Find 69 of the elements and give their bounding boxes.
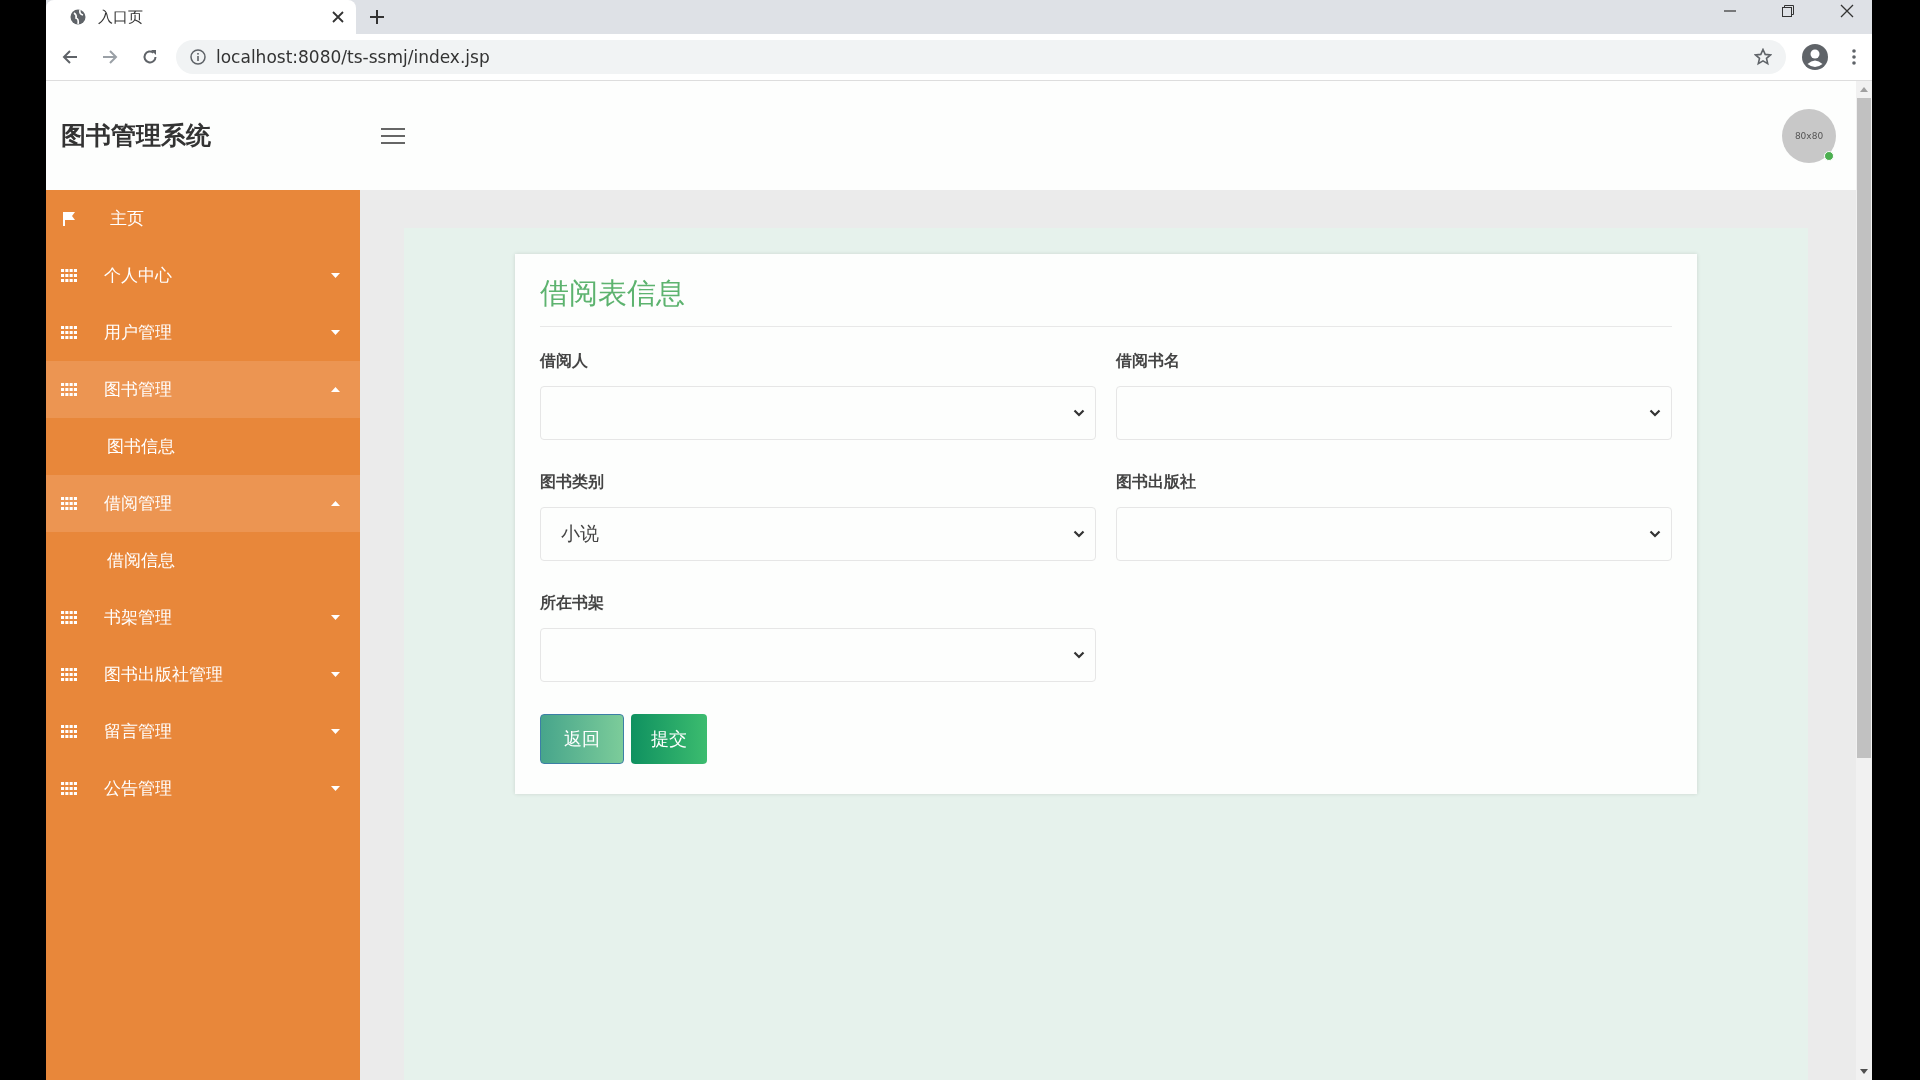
caret-down-icon (331, 273, 340, 278)
back-button[interactable]: 返回 (540, 714, 624, 764)
menu-icon[interactable] (1852, 49, 1856, 65)
sidebar-subitem[interactable]: 图书信息 (46, 418, 360, 475)
arrow-down-icon (1860, 1069, 1868, 1074)
caret-down-icon (331, 729, 340, 734)
menu-icon[interactable] (381, 126, 405, 145)
app-title: 图书管理系统 (61, 120, 212, 152)
caret-down-icon (331, 330, 340, 335)
forward-icon[interactable] (102, 49, 118, 65)
account-icon[interactable] (1802, 44, 1828, 70)
chevron-down-icon (1073, 651, 1085, 659)
plus-icon[interactable] (370, 10, 384, 24)
grid-icon (60, 668, 78, 681)
field-label: 借阅书名 (1116, 351, 1181, 372)
caret-up-icon (331, 501, 340, 506)
info-icon (190, 49, 206, 65)
grid-icon (60, 725, 78, 738)
reload-icon[interactable] (142, 49, 158, 65)
close-icon[interactable] (1840, 4, 1854, 18)
tab-title: 入口页 (98, 7, 144, 27)
submit-button[interactable]: 提交 (631, 714, 707, 764)
field-label: 图书类别 (540, 472, 605, 493)
caret-down-icon (331, 672, 340, 677)
scrollbar-thumb[interactable] (1857, 98, 1871, 758)
grid-icon (60, 326, 78, 339)
select-field[interactable] (1116, 386, 1672, 440)
sidebar-item[interactable]: 书架管理 (46, 589, 360, 646)
sidebar-item[interactable]: 公告管理 (46, 760, 360, 817)
arrow-up-icon (1860, 87, 1868, 92)
browser-tab[interactable]: 入口页 (46, 0, 356, 34)
field-label: 图书出版社 (1116, 472, 1197, 493)
close-icon[interactable] (332, 11, 344, 23)
chevron-down-icon (1073, 530, 1085, 538)
star-icon[interactable] (1754, 48, 1772, 66)
grid-icon (60, 383, 78, 396)
sidebar-item[interactable]: 图书出版社管理 (46, 646, 360, 703)
grid-icon (60, 269, 78, 282)
sidebar-subitem[interactable]: 借阅信息 (46, 532, 360, 589)
sidebar-item[interactable]: 用户管理 (46, 304, 360, 361)
caret-down-icon (331, 786, 340, 791)
field-label: 所在书架 (540, 593, 605, 614)
globe-icon (70, 9, 86, 25)
grid-icon (60, 782, 78, 795)
grid-icon (60, 611, 78, 624)
scrollbar[interactable] (1856, 81, 1872, 1080)
restore-icon[interactable] (1782, 5, 1794, 17)
caret-up-icon (331, 387, 340, 392)
select-field[interactable] (540, 628, 1096, 682)
sidebar-item[interactable]: 主页 (46, 190, 360, 247)
select-field[interactable] (540, 386, 1096, 440)
avatar-placeholder[interactable]: 80x80 (1782, 108, 1836, 163)
chevron-down-icon (1649, 530, 1661, 538)
chevron-down-icon (1073, 409, 1085, 417)
select-field[interactable] (1116, 507, 1672, 561)
address-bar[interactable]: localhost:8080/ts-ssmj/index.jsp (176, 40, 1786, 74)
chevron-down-icon (1649, 409, 1661, 417)
grid-icon (60, 497, 78, 510)
back-icon[interactable] (62, 49, 78, 65)
sidebar-item[interactable]: 图书管理 (46, 361, 360, 418)
caret-down-icon (331, 615, 340, 620)
url-text: localhost:8080/ts-ssmj/index.jsp (216, 47, 490, 67)
sidebar-item[interactable]: 个人中心 (46, 247, 360, 304)
form-title: 借阅表信息 (540, 274, 1672, 327)
flag-icon (60, 211, 78, 226)
sidebar-item[interactable]: 借阅管理 (46, 475, 360, 532)
select-field[interactable]: 小说 (540, 507, 1096, 561)
sidebar-item[interactable]: 留言管理 (46, 703, 360, 760)
field-label: 借阅人 (540, 351, 589, 372)
